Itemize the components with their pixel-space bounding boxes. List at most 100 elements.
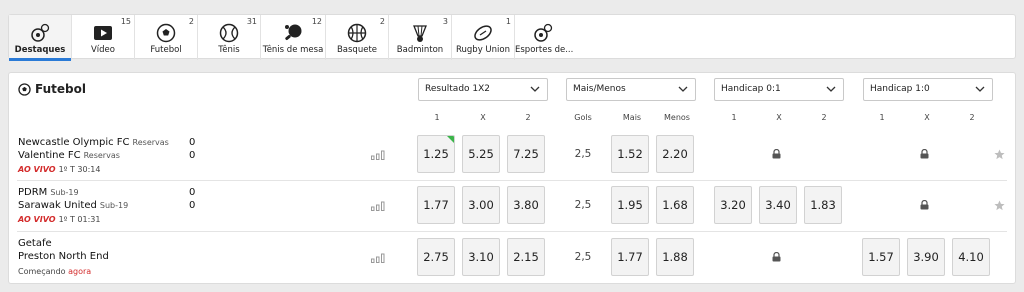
odd-button[interactable]: 1.83 [804,186,842,224]
odd-button[interactable]: 3.80 [507,186,545,224]
chevron-down-icon [678,86,688,92]
tab-label: Tênis de mesa [262,45,324,55]
odd-value: 1.77 [423,198,449,212]
tab-label: Destaques [14,45,66,55]
team-name: Preston North End [18,251,109,262]
odd-button[interactable]: 2.75 [417,238,455,276]
column-header: X [480,113,486,122]
odd-value: 1.25 [423,147,449,161]
team-name: PDRM [18,187,48,198]
odd-value: 1.88 [662,250,688,264]
tennis-ball-icon [219,23,239,43]
tab-count: 2 [379,17,385,26]
basketball-icon [347,23,367,43]
tab-count: 2 [188,17,194,26]
shuttlecock-icon [413,25,427,42]
odd-button[interactable]: 1.88 [656,238,694,276]
chevron-down-icon [530,86,540,92]
odd-button[interactable]: 1.77 [611,238,649,276]
odd-value: 3.90 [913,250,939,264]
odd-value: 3.10 [468,250,494,264]
tab-video[interactable]: 15 Vídeo [72,15,134,60]
odd-value: 2.15 [513,250,539,264]
tab-basquete[interactable]: 2 Basquete [326,15,388,60]
odd-button[interactable]: 1.77 [417,186,455,224]
soccer-ball-icon [18,82,31,96]
team-name: Sarawak United [18,200,97,211]
odd-button[interactable]: 1.95 [611,186,649,224]
column-header: 2 [821,113,827,122]
odd-button[interactable]: 3.20 [714,186,752,224]
tab-count: 31 [246,17,257,26]
market-select-handicap-b[interactable]: Handicap 1:0 [863,78,993,101]
home-team[interactable]: Getafe [18,238,52,249]
team-category: Sub-19 [50,188,79,197]
away-score: 0 [189,200,196,211]
match-status: Começando agora [18,267,91,276]
market-select-result[interactable]: Resultado 1X2 [418,78,548,101]
home-team[interactable]: Newcastle Olympic FC Reservas [18,137,169,148]
odd-value: 3.00 [468,198,494,212]
tab-more-sports[interactable]: Esportes de... [515,15,573,60]
tab-destaques[interactable]: Destaques [9,15,71,61]
stats-icon[interactable] [371,253,385,263]
totals-line: 2,5 [574,251,592,263]
tab-futebol[interactable]: 2 Futebol [135,15,197,60]
odd-button[interactable]: 1.25 [417,135,455,173]
column-header: Gols [574,113,592,122]
away-score: 0 [189,150,196,161]
stats-icon[interactable] [371,201,385,211]
favorite-star-icon[interactable] [994,149,1005,160]
tab-label: Basquete [336,45,378,55]
odd-value: 2.20 [662,147,688,161]
panel-title-text: Futebol [35,82,86,96]
status-now: agora [68,267,92,276]
odd-button[interactable]: 2.15 [507,238,545,276]
odd-value: 1.57 [868,250,894,264]
column-header: 2 [969,113,975,122]
tab-tenis-de-mesa[interactable]: 12 Tênis de mesa [261,15,325,60]
tab-rugby-union[interactable]: 1 Rugby Union [452,15,514,60]
table-tennis-icon [285,24,302,41]
odd-value: 1.95 [617,198,643,212]
away-team[interactable]: Preston North End [18,251,109,262]
team-name: Valentine FC [18,150,81,161]
tab-tenis[interactable]: 31 Tênis [198,15,260,60]
odd-value: 1.83 [810,198,836,212]
odd-button[interactable]: 1.52 [611,135,649,173]
favorite-star-icon[interactable] [994,200,1005,211]
market-select-totals[interactable]: Mais/Menos [566,78,696,101]
away-team[interactable]: Valentine FC Reservas [18,150,120,161]
odd-button[interactable]: 7.25 [507,135,545,173]
events-panel: Futebol Resultado 1X2 Mais/Menos Handica… [8,72,1016,284]
market-select-handicap-a[interactable]: Handicap 0:1 [714,78,844,101]
odd-button[interactable]: 3.40 [759,186,797,224]
odd-button[interactable]: 3.90 [907,238,945,276]
lock-icon [772,149,781,159]
odd-button[interactable]: 3.10 [462,238,500,276]
away-team[interactable]: Sarawak United Sub-19 [18,200,128,211]
tab-label: Badminton [396,45,444,55]
odd-button[interactable]: 4.10 [952,238,990,276]
home-team[interactable]: PDRM Sub-19 [18,187,79,198]
odd-button[interactable]: 2.20 [656,135,694,173]
lock-icon [772,252,781,262]
odd-value: 7.25 [513,147,539,161]
team-name: Newcastle Olympic FC [18,137,130,148]
odd-button[interactable]: 5.25 [462,135,500,173]
odd-button[interactable]: 1.68 [656,186,694,224]
chevron-down-icon [975,86,985,92]
odd-button[interactable]: 1.57 [862,238,900,276]
soccer-ball-icon [156,23,176,43]
odd-button[interactable]: 3.00 [462,186,500,224]
stats-icon[interactable] [371,150,385,160]
odd-value: 3.20 [720,198,746,212]
odd-value: 1.52 [617,147,643,161]
match-status: AO VIVO 1º T 30:14 [18,165,100,174]
column-header: Mais [622,113,642,122]
tab-badminton[interactable]: 3 Badminton [389,15,451,60]
match-clock: 1º T 30:14 [58,165,101,174]
home-score: 0 [189,137,196,148]
totals-line: 2,5 [574,148,592,160]
market-select-label: Mais/Menos [573,84,626,94]
